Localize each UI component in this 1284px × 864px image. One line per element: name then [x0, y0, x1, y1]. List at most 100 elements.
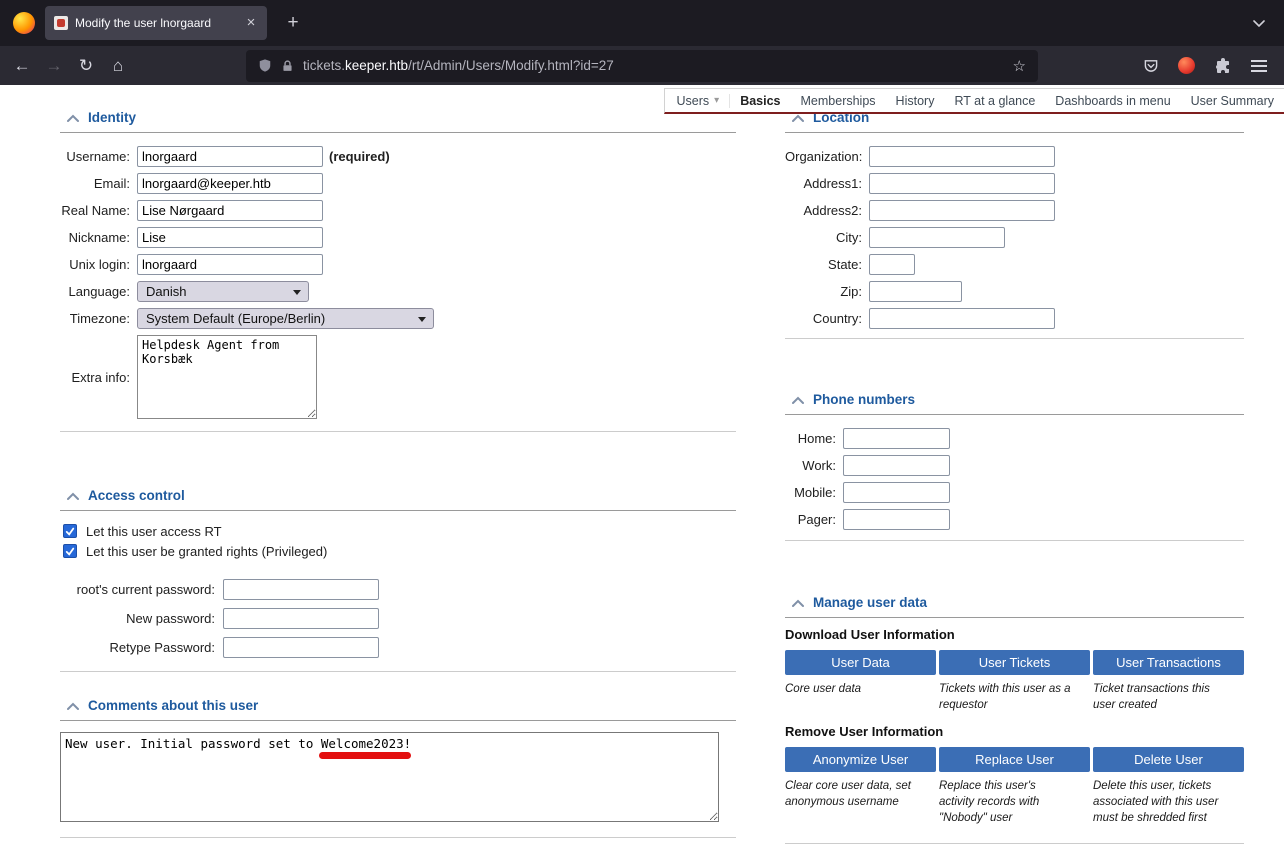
section-divider [785, 338, 1244, 339]
remove-descriptions: Clear core user data, set anonymous user… [785, 778, 1244, 827]
collapse-chevron-icon[interactable] [792, 114, 804, 122]
extra-info-textarea[interactable]: Helpdesk Agent from Korsbæk [137, 335, 317, 419]
lock-icon[interactable] [281, 59, 294, 73]
field-row: Unix login: [60, 251, 736, 278]
menu-item-history[interactable]: History [886, 94, 945, 108]
reload-button[interactable]: ↻ [70, 51, 102, 81]
timezone-select[interactable]: System Default (Europe/Berlin) [137, 308, 434, 329]
menu-item-rt-at-a-glance[interactable]: RT at a glance [944, 94, 1045, 108]
state-label: State: [828, 257, 862, 272]
field-row: Home: [785, 425, 1244, 452]
real-name-input[interactable] [137, 200, 323, 221]
menu-item-basics[interactable]: Basics [730, 94, 790, 108]
language-select-value: Danish [146, 284, 187, 299]
mobile-phone-label: Mobile: [794, 485, 836, 500]
collapse-chevron-icon[interactable] [67, 492, 79, 500]
field-row: Language: Danish [60, 278, 736, 305]
collapse-chevron-icon[interactable] [792, 396, 804, 404]
chevron-down-icon: ▾ [714, 95, 720, 106]
user-transactions-button[interactable]: User Transactions [1093, 650, 1244, 675]
timezone-label: Timezone: [69, 311, 130, 326]
field-row: Organization: [785, 143, 1244, 170]
section-title: Phone numbers [813, 392, 916, 407]
city-label: City: [836, 230, 862, 245]
new-tab-button[interactable]: + [279, 9, 307, 37]
tab-close-icon[interactable]: × [241, 13, 261, 33]
remove-user-info-heading: Remove User Information [785, 723, 944, 739]
section-title: Manage user data [813, 595, 928, 610]
retype-password-input[interactable] [223, 637, 379, 658]
field-row: New password: [60, 604, 736, 633]
language-label: Language: [68, 284, 130, 299]
section-divider [785, 540, 1244, 541]
collapse-chevron-icon[interactable] [67, 114, 79, 122]
nickname-label: Nickname: [68, 230, 130, 245]
bookmark-star-icon[interactable]: ☆ [1013, 57, 1026, 75]
mobile-phone-input[interactable] [843, 482, 950, 503]
menu-item-memberships[interactable]: Memberships [791, 94, 886, 108]
unix-login-input[interactable] [137, 254, 323, 275]
download-descriptions: Core user data Tickets with this user as… [785, 681, 1244, 714]
access-rt-checkbox[interactable] [63, 524, 77, 538]
new-password-input[interactable] [223, 608, 379, 629]
user-data-button[interactable]: User Data [785, 650, 936, 675]
username-input[interactable] [137, 146, 323, 167]
url-bar[interactable]: tickets.keeper.htb/rt/Admin/Users/Modify… [246, 49, 1038, 82]
root-current-password-input[interactable] [223, 579, 379, 600]
replace-user-button[interactable]: Replace User [939, 746, 1090, 772]
privileged-checkbox-label: Let this user be granted rights (Privile… [86, 543, 328, 559]
back-button[interactable]: ← [6, 51, 38, 81]
city-input[interactable] [869, 227, 1005, 248]
extensions-puzzle-icon[interactable] [1208, 51, 1237, 80]
address1-input[interactable] [869, 173, 1055, 194]
country-input[interactable] [869, 308, 1055, 329]
pocket-icon[interactable] [1136, 51, 1165, 80]
manage-user-data-section-header: Manage user data [785, 595, 1244, 618]
location-fields: Organization: Address1: Address2: City: … [785, 143, 1244, 332]
forward-button[interactable]: → [38, 51, 70, 81]
zip-input[interactable] [869, 281, 962, 302]
field-row: Address1: [785, 170, 1244, 197]
comments-textarea[interactable]: New user. Initial password set to Welcom… [60, 732, 719, 822]
field-row: Nickname: [60, 224, 736, 251]
url-subdomain: tickets. [303, 58, 346, 73]
section-divider [60, 671, 736, 672]
collapse-chevron-icon[interactable] [67, 702, 79, 710]
field-row: Timezone: System Default (Europe/Berlin) [60, 305, 736, 332]
browser-tab[interactable]: Modify the user lnorgaard × [45, 6, 267, 40]
work-phone-input[interactable] [843, 455, 950, 476]
anonymize-user-button[interactable]: Anonymize User [785, 746, 936, 772]
comments-area: New user. Initial password set to Welcom… [60, 732, 736, 825]
menu-item-users[interactable]: Users ▾ [667, 93, 731, 108]
collapse-chevron-icon[interactable] [792, 599, 804, 607]
organization-label: Organization: [785, 149, 863, 164]
state-input[interactable] [869, 254, 915, 275]
firefox-logo-icon[interactable] [13, 12, 35, 34]
address2-input[interactable] [869, 200, 1055, 221]
field-row: Zip: [785, 278, 1244, 305]
tracking-shield-icon[interactable] [258, 58, 272, 73]
menu-item-dashboards-in-menu[interactable]: Dashboards in menu [1045, 94, 1180, 108]
home-button[interactable]: ⌂ [102, 51, 134, 81]
extension-icon-red[interactable] [1172, 51, 1201, 80]
delete-user-button[interactable]: Delete User [1093, 746, 1244, 772]
button-description: Ticket transactions this user created [1093, 683, 1210, 712]
user-tickets-button[interactable]: User Tickets [939, 650, 1090, 675]
zip-label: Zip: [840, 284, 862, 299]
hamburger-menu-icon[interactable] [1244, 51, 1273, 80]
menu-item-user-summary[interactable]: User Summary [1181, 94, 1284, 108]
organization-input[interactable] [869, 146, 1055, 167]
comments-section-header: Comments about this user [60, 698, 736, 721]
pager-phone-input[interactable] [843, 509, 950, 530]
download-user-info-heading: Download User Information [785, 627, 955, 642]
list-all-tabs-chevron-icon[interactable] [1246, 10, 1272, 36]
nickname-input[interactable] [137, 227, 323, 248]
email-input[interactable] [137, 173, 323, 194]
menu-item-users-label: Users [676, 93, 710, 108]
button-description: Clear core user data, set anonymous user… [785, 779, 911, 808]
language-select[interactable]: Danish [137, 281, 309, 302]
rt-page-menu: Users ▾ Basics Memberships History RT at… [663, 88, 1284, 114]
home-phone-input[interactable] [843, 428, 950, 449]
privileged-checkbox[interactable] [63, 544, 77, 558]
section-divider [785, 842, 1244, 844]
